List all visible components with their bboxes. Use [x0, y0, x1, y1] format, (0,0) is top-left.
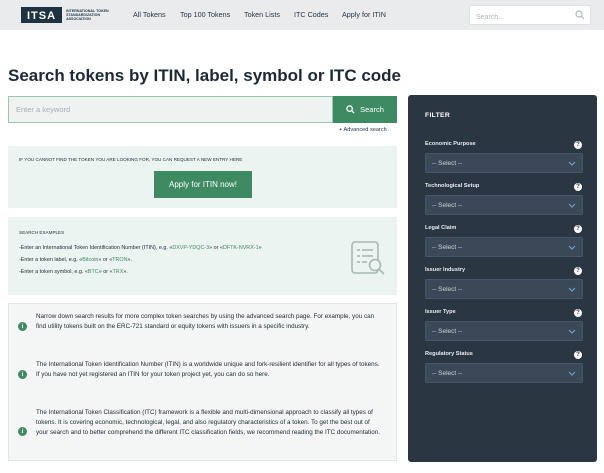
help-icon[interactable]: ?	[574, 267, 582, 275]
filter-label-issuer-type: Issuer Type	[425, 309, 456, 315]
document-search-icon	[351, 241, 385, 275]
nav-token-lists[interactable]: Token Lists	[244, 10, 280, 19]
chevron-down-icon	[568, 161, 576, 166]
filter-label-issuer-industry: Issuer Industry	[425, 267, 466, 273]
keyword-field	[8, 96, 333, 123]
keyword-input[interactable]	[9, 97, 332, 122]
help-icon[interactable]: ?	[574, 225, 582, 233]
filter-label-regulatory-status: Regulatory Status	[425, 351, 473, 357]
issuer-type-select[interactable]: -- Select --	[425, 321, 583, 341]
chevron-down-icon	[568, 371, 576, 376]
advanced-search-link[interactable]: + Advanced search	[339, 127, 387, 133]
logo-subtitle: INTERNATIONAL TOKEN STANDARDIZATION ASSO…	[66, 8, 109, 21]
itsa-logo[interactable]: ITSA INTERNATIONAL TOKEN STANDARDIZATION…	[21, 6, 118, 23]
search-button-label: Search	[360, 105, 384, 114]
filter-label-legal-claim: Legal Claim	[425, 225, 457, 231]
info-advanced-search: Narrow down search results for more comp…	[36, 313, 375, 330]
example-symbol: -Enter a token symbol, e.g. «BTC» or «TR…	[19, 269, 128, 275]
help-icon[interactable]: ?	[574, 309, 582, 317]
example-itin: -Enter an International Token Identifica…	[19, 245, 262, 251]
filter-label-economic-purpose: Economic Purpose	[425, 141, 476, 147]
example-link[interactable]: Bitcoin	[82, 257, 98, 263]
top-search-input[interactable]	[470, 8, 570, 27]
logo-mark: ITSA	[21, 6, 63, 23]
chevron-down-icon	[568, 245, 576, 250]
request-note: IF YOU CANNOT FIND THE TOKEN YOU ARE LOO…	[19, 157, 243, 162]
example-link[interactable]: BTC	[88, 269, 99, 275]
info-itin: The International Token Identification N…	[36, 361, 380, 378]
help-icon[interactable]: ?	[574, 183, 582, 191]
request-entry-box: IF YOU CANNOT FIND THE TOKEN YOU ARE LOO…	[8, 146, 397, 208]
chevron-down-icon	[568, 287, 576, 292]
legal-claim-select[interactable]: -- Select --	[425, 237, 583, 257]
info-itc: The International Token Classification (…	[36, 409, 380, 436]
economic-purpose-select[interactable]: -- Select --	[425, 153, 583, 173]
regulatory-status-select[interactable]: -- Select --	[425, 363, 583, 383]
nav-all-tokens[interactable]: All Tokens	[133, 10, 166, 19]
chevron-down-icon	[568, 203, 576, 208]
search-icon	[346, 105, 355, 114]
search-button[interactable]: Search	[333, 96, 397, 123]
apply-for-itin-button[interactable]: Apply for ITIN now!	[154, 171, 252, 198]
page-title: Search tokens by ITIN, label, symbol or …	[8, 66, 401, 85]
search-examples-title: SEARCH EXAMPLES	[19, 230, 65, 235]
filter-panel: FILTER Economic Purpose ? -- Select -- T…	[408, 95, 597, 462]
help-icon[interactable]: ?	[574, 141, 582, 149]
example-link[interactable]: TRX	[113, 269, 124, 275]
nav-itc-codes[interactable]: ITC Codes	[294, 10, 328, 19]
search-icon[interactable]	[575, 10, 585, 20]
example-link[interactable]: TRON	[112, 257, 127, 263]
example-link[interactable]: DXVP-YDQC-3	[172, 245, 209, 251]
info-icon: i	[18, 427, 27, 436]
info-icon: i	[18, 322, 27, 331]
example-link[interactable]: DFTK-NVRX-1	[223, 245, 259, 251]
nav-apply-for-itin[interactable]: Apply for ITIN	[342, 10, 386, 19]
technological-setup-select[interactable]: -- Select --	[425, 195, 583, 215]
info-icon: i	[18, 370, 27, 379]
top-navigation-bar: ITSA INTERNATIONAL TOKEN STANDARDIZATION…	[0, 0, 604, 30]
filter-title: FILTER	[425, 112, 451, 119]
top-search-box	[469, 5, 591, 27]
nav-top-100-tokens[interactable]: Top 100 Tokens	[180, 10, 230, 19]
filter-label-technological-setup: Technological Setup	[425, 183, 480, 189]
issuer-industry-select[interactable]: -- Select --	[425, 279, 583, 299]
chevron-down-icon	[568, 329, 576, 334]
search-examples-box: SEARCH EXAMPLES -Enter an International …	[8, 217, 397, 295]
example-label: -Enter a token label, e.g. «Bitcoin» or …	[19, 257, 132, 263]
help-icon[interactable]: ?	[574, 351, 582, 359]
